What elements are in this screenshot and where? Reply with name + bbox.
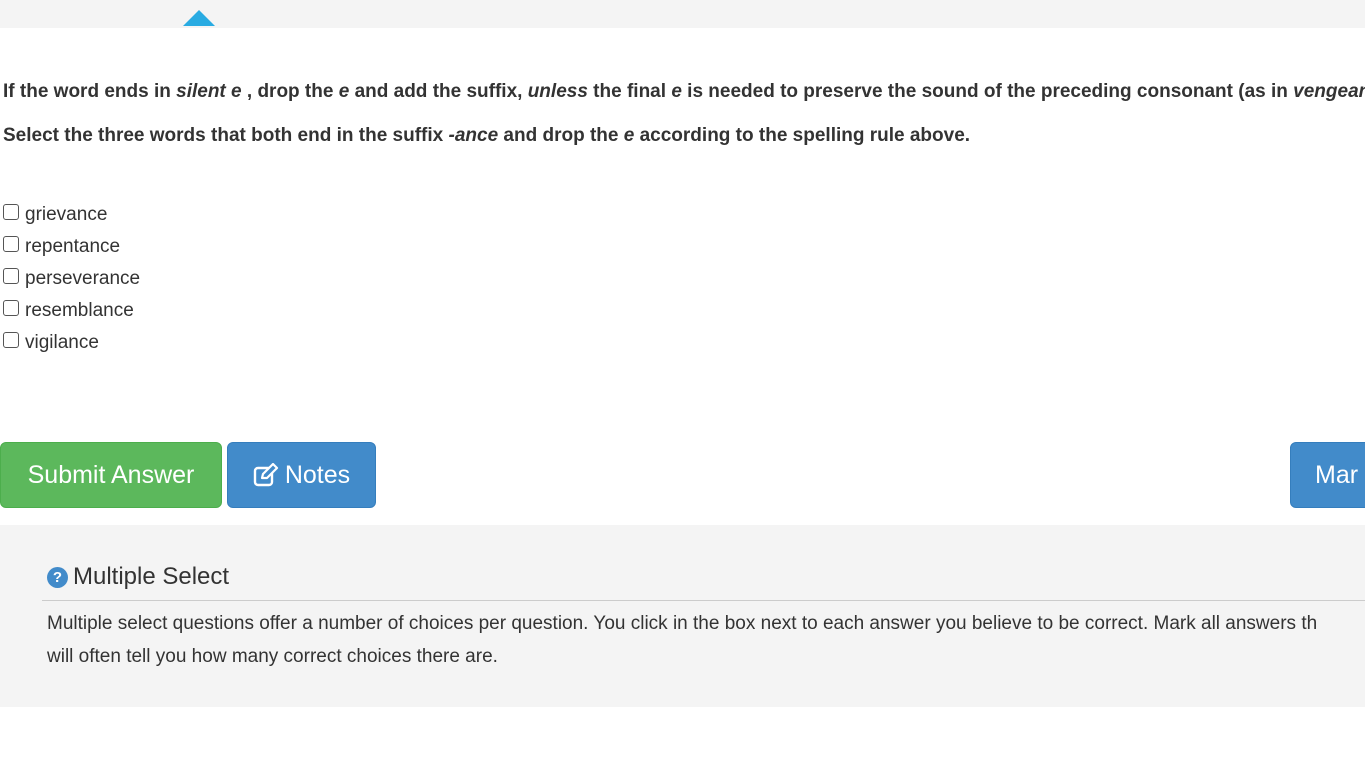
instruction-emphasis: silent e bbox=[176, 81, 242, 102]
instruction-emphasis: e bbox=[338, 81, 350, 102]
instruction-text: the final bbox=[587, 81, 672, 102]
help-title: ? Multiple Select bbox=[47, 563, 229, 591]
option-label: vigilance bbox=[25, 332, 99, 353]
question-circle-icon: ? bbox=[47, 566, 68, 588]
instruction-emphasis: unless bbox=[527, 81, 588, 102]
checkbox[interactable] bbox=[3, 332, 19, 348]
help-panel: ? Multiple Select Multiple select questi… bbox=[0, 525, 1365, 707]
top-strip bbox=[0, 0, 1365, 28]
pointer-triangle-icon bbox=[183, 10, 215, 26]
checkbox[interactable] bbox=[3, 300, 19, 316]
checkbox[interactable] bbox=[3, 204, 19, 220]
instruction-text: according to the spelling rule above. bbox=[634, 125, 971, 146]
option-vigilance[interactable]: vigilance bbox=[3, 327, 140, 359]
instruction-text: If the word ends in bbox=[3, 81, 177, 102]
instruction-text: and drop the bbox=[498, 125, 624, 146]
option-repentance[interactable]: repentance bbox=[3, 231, 140, 263]
submit-answer-button[interactable]: Submit Answer bbox=[0, 442, 222, 508]
instruction-emphasis: vengeance bbox=[1293, 81, 1365, 102]
help-text-line: will often tell you how many correct cho… bbox=[47, 646, 498, 667]
instruction-rule: If the word ends in silent e , drop the … bbox=[3, 80, 1365, 104]
divider bbox=[42, 600, 1365, 601]
instruction-emphasis: e bbox=[623, 125, 635, 146]
instruction-emphasis: -ance bbox=[448, 125, 499, 146]
instruction-text: , drop the bbox=[241, 81, 339, 102]
instruction-text: and add the suffix, bbox=[349, 81, 528, 102]
submit-answer-label: Submit Answer bbox=[27, 460, 195, 489]
checkbox[interactable] bbox=[3, 236, 19, 252]
help-text-line: Multiple select questions offer a number… bbox=[47, 613, 1318, 634]
option-resemblance[interactable]: resemblance bbox=[3, 295, 140, 327]
option-label: repentance bbox=[25, 236, 121, 257]
checkbox[interactable] bbox=[3, 268, 19, 284]
instruction-text: Select the three words that both end in … bbox=[3, 125, 449, 146]
edit-icon bbox=[253, 463, 278, 487]
option-grievance[interactable]: grievance bbox=[3, 199, 140, 231]
help-title-text: Multiple Select bbox=[73, 563, 230, 590]
mark-label: Mar bbox=[1315, 460, 1359, 489]
option-label: perseverance bbox=[25, 268, 141, 289]
notes-button[interactable]: Notes bbox=[227, 442, 376, 508]
option-label: resemblance bbox=[25, 300, 134, 321]
option-perseverance[interactable]: perseverance bbox=[3, 263, 140, 295]
help-description: Multiple select questions offer a number… bbox=[47, 607, 1365, 673]
notes-label: Notes bbox=[284, 460, 351, 489]
instruction-emphasis: e bbox=[671, 81, 682, 102]
instruction-question: Select the three words that both end in … bbox=[3, 124, 970, 148]
answer-options: grievance repentance perseverance resemb… bbox=[3, 199, 140, 359]
option-label: grievance bbox=[25, 204, 108, 225]
instruction-text: is needed to preserve the sound of the p… bbox=[681, 81, 1294, 102]
mark-button[interactable]: Mar bbox=[1290, 442, 1365, 508]
